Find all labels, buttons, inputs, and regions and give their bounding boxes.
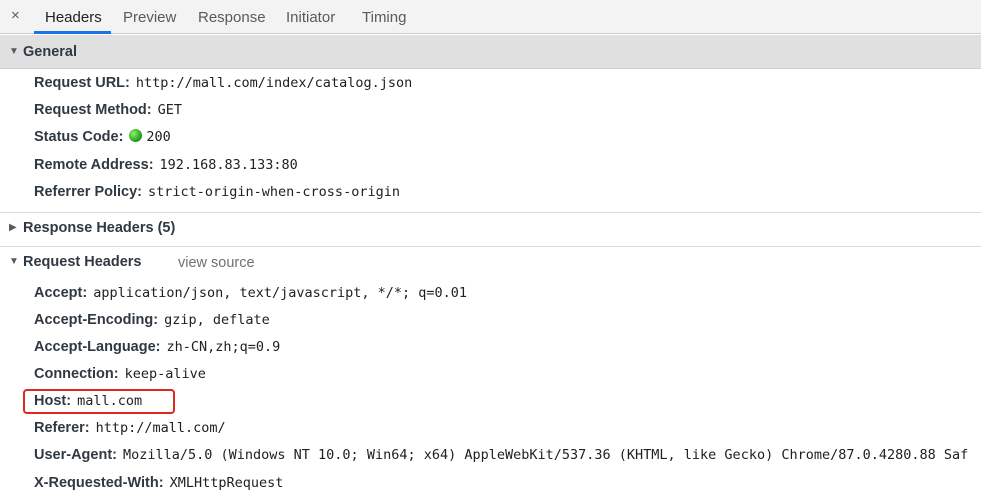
general-row-status-code: Status Code: 200 bbox=[34, 129, 171, 145]
request-header-accept-language: Accept-Language: zh-CN,zh;q=0.9 bbox=[34, 339, 281, 355]
request-header-referer: Referer: http://mall.com/ bbox=[34, 420, 226, 436]
tab-initiator[interactable]: Initiator bbox=[286, 9, 335, 26]
request-headers-title: Request Headers bbox=[23, 254, 142, 270]
general-row-request-method: Request Method: GET bbox=[34, 102, 182, 118]
request-header-x-requested-with: X-Requested-With: XMLHttpRequest bbox=[34, 475, 284, 491]
status-ok-icon bbox=[129, 129, 143, 142]
general-section-title: General bbox=[23, 44, 77, 60]
tab-preview[interactable]: Preview bbox=[123, 9, 176, 26]
request-header-user-agent: User-Agent: Mozilla/5.0 (Windows NT 10.0;… bbox=[34, 447, 969, 463]
tab-response[interactable]: Response bbox=[198, 9, 266, 26]
collapsed-triangle-icon: ▶ bbox=[9, 222, 17, 233]
request-header-connection: Connection: keep-alive bbox=[34, 366, 206, 382]
request-header-accept-encoding: Accept-Encoding: gzip, deflate bbox=[34, 312, 270, 328]
section-divider bbox=[0, 246, 981, 247]
expanded-triangle-icon: ▼ bbox=[9, 256, 19, 267]
tab-timing[interactable]: Timing bbox=[362, 9, 406, 26]
tab-headers[interactable]: Headers bbox=[45, 9, 102, 26]
active-tab-indicator bbox=[34, 31, 111, 34]
devtools-tab-bar: × Headers Preview Response Initiator Tim… bbox=[0, 0, 981, 34]
section-divider bbox=[0, 212, 981, 213]
expanded-triangle-icon: ▼ bbox=[9, 46, 19, 57]
request-header-accept: Accept: application/json, text/javascript… bbox=[34, 285, 468, 301]
host-highlight-box bbox=[23, 389, 175, 414]
general-row-remote-address: Remote Address: 192.168.83.133:80 bbox=[34, 157, 298, 173]
general-row-request-url: Request URL: http://mall.com/index/catalo… bbox=[34, 75, 413, 91]
general-section-header[interactable]: ▼ General bbox=[0, 35, 981, 69]
response-headers-title: Response Headers (5) bbox=[23, 220, 176, 236]
request-headers-section-header[interactable]: ▼ Request Headers bbox=[0, 254, 981, 274]
close-icon[interactable]: × bbox=[11, 7, 20, 24]
response-headers-section-header[interactable]: ▶ Response Headers (5) bbox=[0, 220, 981, 240]
view-source-link[interactable]: view source bbox=[178, 255, 255, 271]
general-row-referrer-policy: Referrer Policy: strict-origin-when-cross… bbox=[34, 184, 400, 200]
